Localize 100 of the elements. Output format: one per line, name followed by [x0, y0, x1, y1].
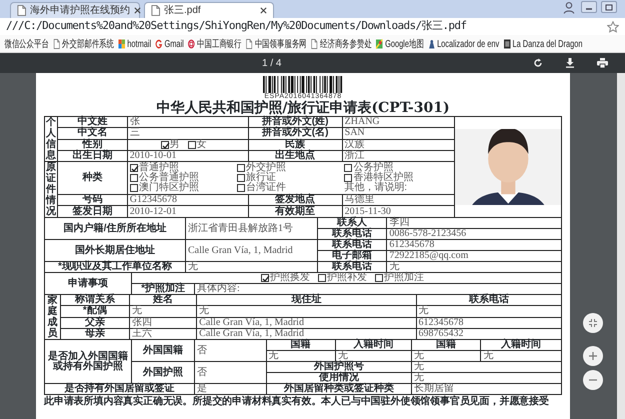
bookmark-link[interactable]: Google地图	[376, 36, 424, 52]
tiles-icon	[118, 39, 126, 49]
form-value: 否	[194, 340, 266, 362]
form-label: 称谓关系	[60, 294, 130, 306]
form-label: 联系电话	[416, 294, 562, 306]
page-indicator: 1 / 4	[262, 56, 282, 70]
form-value: 无	[480, 350, 562, 362]
footer-text: 此申请表所填内容真实正确无误。所提交的申请材料真实有效。本人已与中国驻外使领馆领事官员见面，并愿意接受	[44, 396, 549, 407]
document-title: 中华人民共和国护照/旅行证申请表(CPT-301)	[155, 100, 451, 116]
fit-page-icon	[588, 318, 598, 328]
checkbox-option[interactable]: 护照加注	[375, 273, 424, 283]
form-label: 拼音或外文(姓)	[248, 116, 342, 128]
form-label: 父亲	[60, 317, 130, 328]
form-value: Calle Gran Vía, 1, Madrid	[186, 240, 318, 262]
form-value: ZHANG	[342, 116, 454, 128]
bookmark-link[interactable]: 经济商务参赞处	[311, 36, 372, 52]
form-value: 无	[266, 350, 336, 362]
bookmark-link[interactable]: Gmail	[156, 36, 184, 52]
bookmark-link[interactable]: hotmail	[118, 36, 152, 52]
checkbox-option[interactable]: 香港特区护照	[344, 172, 444, 183]
form-value: G12345678	[127, 194, 248, 206]
form-label: 外国护照号	[266, 362, 412, 372]
form-value: 0086-578-2123456	[386, 228, 562, 240]
checkbox-option[interactable]: 公务普通护照	[130, 172, 230, 183]
form-value: 612345678	[416, 317, 562, 328]
form-value: 无	[130, 306, 197, 317]
form-value: 长期居留	[412, 384, 562, 394]
form-value: SAN	[342, 128, 454, 139]
close-icon[interactable]	[260, 7, 267, 14]
bookmark-link[interactable]: 中国工商银行	[188, 36, 242, 52]
close-icon[interactable]	[134, 7, 141, 14]
form-label: 国外长期居住地址	[44, 240, 186, 262]
form-label: 使用情况	[266, 372, 412, 384]
bookmark-link[interactable]: La Danza del Dragon	[504, 36, 582, 52]
form-label: 是否加入外国国籍或持有外国护照	[44, 340, 132, 384]
form-label: 申请事项	[44, 272, 132, 294]
checkbox-option[interactable]: 公务护照	[344, 162, 444, 173]
form-value: 698765432	[416, 328, 562, 340]
maximize-button[interactable]	[601, 1, 617, 13]
checkbox-option[interactable]: 普通护照	[130, 162, 230, 173]
form-value: 马德里	[342, 194, 454, 206]
form-label: 国籍	[266, 340, 336, 350]
form-value: 浙江	[342, 150, 454, 162]
form-value: 王六	[130, 328, 197, 340]
checkbox-option[interactable]: 护照补发	[318, 273, 368, 283]
form-label: 国内户籍/住所所在地址	[44, 218, 186, 240]
form-label: 出生地点	[248, 150, 342, 162]
form-label: 是否持有外国居留或签证	[44, 384, 194, 394]
scrollbar[interactable]	[617, 73, 625, 419]
checkbox-option[interactable]: 台湾证件	[237, 182, 336, 193]
address-field[interactable]: ///C:/Documents%20and%20Settings/ShiYongRen/My%20Documents/Downloads/张三.pdf	[0, 18, 607, 35]
form-value: 2010-12-01	[127, 206, 248, 218]
form-value: Calle Gran Vía, 1, Madrid	[196, 317, 416, 328]
bookmark-link[interactable]: 微信公众平台	[4, 36, 49, 52]
form-label: *现职业及其工作单位名称	[44, 262, 186, 272]
browser-tab[interactable]: 海外申请护照在线预约	[10, 2, 140, 18]
ring-icon	[156, 39, 162, 49]
zoom-out-button[interactable]	[583, 370, 603, 390]
form-label: 种类	[58, 162, 128, 194]
zoom-in-button[interactable]	[583, 346, 603, 366]
form-value: 具体内容:	[194, 284, 562, 294]
form-label: 电子邮箱	[318, 250, 387, 262]
form-value: 张四	[130, 317, 197, 328]
checkbox-option[interactable]: 旅行证	[237, 172, 336, 183]
checkbox-option[interactable]: 女	[188, 140, 207, 150]
form-label: 外国国籍	[132, 340, 194, 362]
checkbox-option[interactable]: 其他，请说明:	[344, 182, 444, 193]
minimize-button[interactable]	[581, 1, 597, 13]
document-icon	[17, 5, 26, 16]
download-icon	[565, 58, 575, 68]
form-value: 是	[194, 384, 266, 394]
checkbox-option[interactable]: 外交护照	[237, 162, 336, 173]
maximize-icon	[605, 4, 613, 10]
form-value: 72922185@qq.com	[386, 250, 562, 262]
print-icon	[596, 58, 608, 68]
form-label: 民族	[248, 139, 342, 150]
bookmark-link[interactable]: 中国领事服务网	[246, 36, 307, 52]
form-label: 外国居留种类或签证种类	[266, 384, 412, 394]
rotate-icon	[533, 58, 543, 68]
user-icon[interactable]	[561, 1, 577, 14]
bookmark-link[interactable]: 外交部邮件系统	[53, 36, 114, 52]
form-label: 入籍时间	[480, 340, 562, 350]
bookmark-star-icon[interactable]	[607, 20, 619, 32]
form-label: 联系电话	[318, 228, 387, 240]
section-label: 原证件情况	[46, 162, 56, 217]
map-icon	[376, 39, 383, 49]
form-value: 无	[335, 350, 412, 362]
figure-icon	[428, 39, 435, 49]
fit-page-button[interactable]	[583, 313, 603, 333]
browser-tab[interactable]: 张三.pdf	[144, 2, 274, 18]
bookmark-link[interactable]: Localizador de env	[428, 36, 500, 52]
checkbox-option[interactable]: 澳门特区护照	[130, 182, 230, 193]
form-value: 无	[416, 306, 562, 317]
checkbox-option[interactable]: 男	[160, 140, 180, 150]
form-label: 联系人	[318, 218, 387, 228]
form-label: 出生日期	[58, 150, 128, 162]
form-value: 浙江省青田县解放路1号	[186, 218, 318, 240]
checkbox-option[interactable]: 护照换发	[261, 273, 310, 283]
form-label: 号码	[58, 194, 128, 206]
form-value: 三	[127, 128, 248, 139]
